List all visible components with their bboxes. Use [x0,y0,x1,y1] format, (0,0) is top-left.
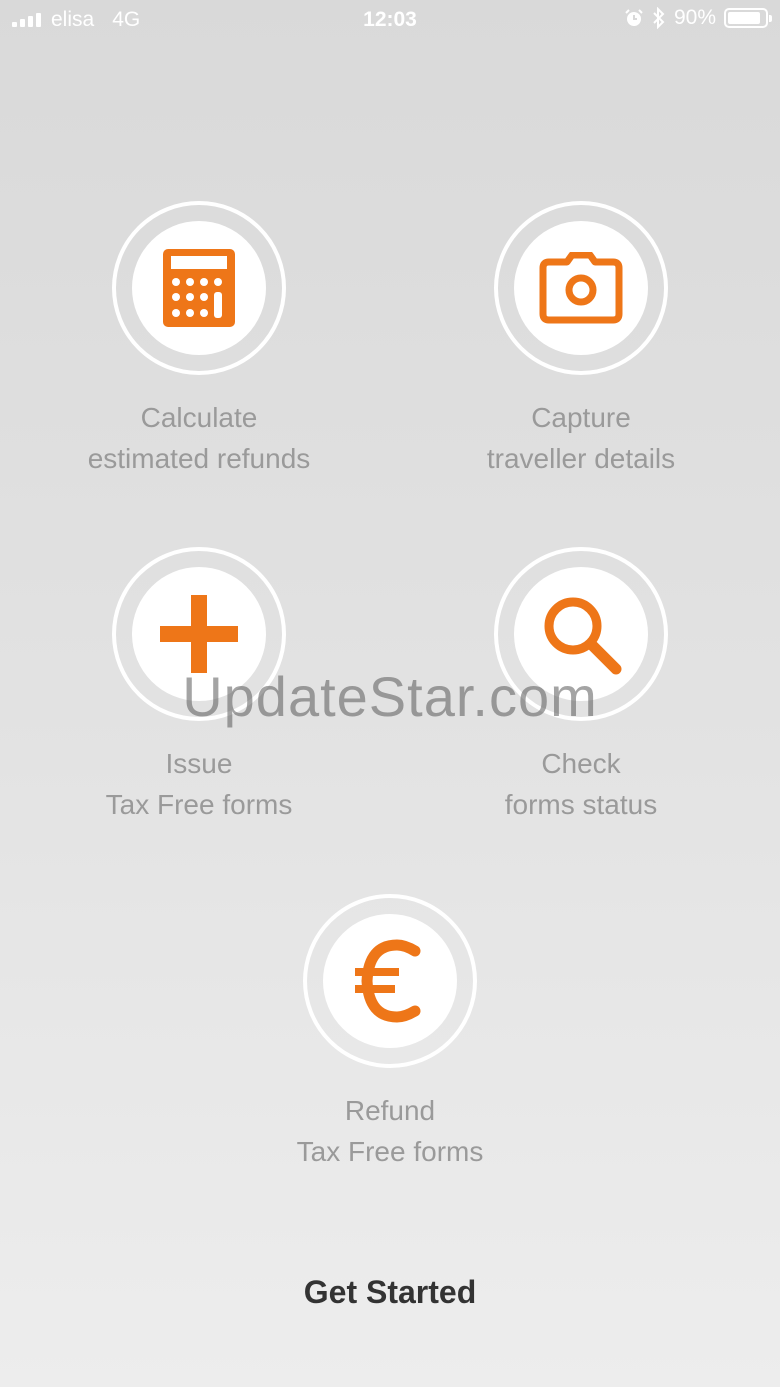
feature-refund-label: Refund Tax Free forms [200,1090,580,1172]
battery-percent: 90% [673,6,716,29]
feature-refund-line2: Tax Free forms [296,1136,484,1167]
feature-calculate-label: Calculate estimated refunds [9,397,389,479]
feature-calculate-circle[interactable] [132,221,266,355]
feature-issue-line1: Issue [165,748,233,779]
battery-icon [724,8,772,28]
plus-icon [160,595,238,673]
get-started-button[interactable]: Get Started [240,1262,540,1322]
battery-cap [769,15,772,22]
feature-capture-circle[interactable] [514,221,648,355]
feature-check-ring[interactable] [494,547,668,721]
feature-check-line1: Check [541,748,621,779]
feature-refund-line1: Refund [344,1095,436,1126]
bluetooth-icon [653,7,665,29]
status-right: 90% [624,6,772,30]
feature-issue-line2: Tax Free forms [105,789,293,820]
feature-capture-label: Capture traveller details [391,397,771,479]
feature-refund-circle[interactable] [323,914,457,1048]
feature-issue-ring[interactable] [112,547,286,721]
feature-check-circle[interactable] [514,567,648,701]
status-bar: elisa 4G 12:03 90% [0,0,780,40]
feature-issue-circle[interactable] [132,567,266,701]
battery-fill [728,12,761,24]
search-icon [544,597,622,675]
feature-calculate-line1: Calculate [140,402,258,433]
feature-refund[interactable]: Refund Tax Free forms [200,894,580,1172]
feature-issue[interactable]: Issue Tax Free forms [9,547,389,825]
feature-check-line2: forms status [504,789,658,820]
feature-capture-ring[interactable] [494,201,668,375]
feature-check-label: Check forms status [391,743,771,825]
feature-check[interactable]: Check forms status [391,547,771,825]
camera-icon [539,252,623,324]
alarm-icon [625,9,643,26]
calculator-icon [163,249,235,327]
euro-icon [355,939,421,1023]
feature-issue-label: Issue Tax Free forms [9,743,389,825]
feature-capture-line1: Capture [531,402,631,433]
feature-refund-ring[interactable] [303,894,477,1068]
feature-capture[interactable]: Capture traveller details [391,201,771,479]
feature-capture-line2: traveller details [486,443,676,474]
feature-calculate-line2: estimated refunds [87,443,311,474]
feature-calculate-ring[interactable] [112,201,286,375]
feature-calculate[interactable]: Calculate estimated refunds [9,201,389,479]
